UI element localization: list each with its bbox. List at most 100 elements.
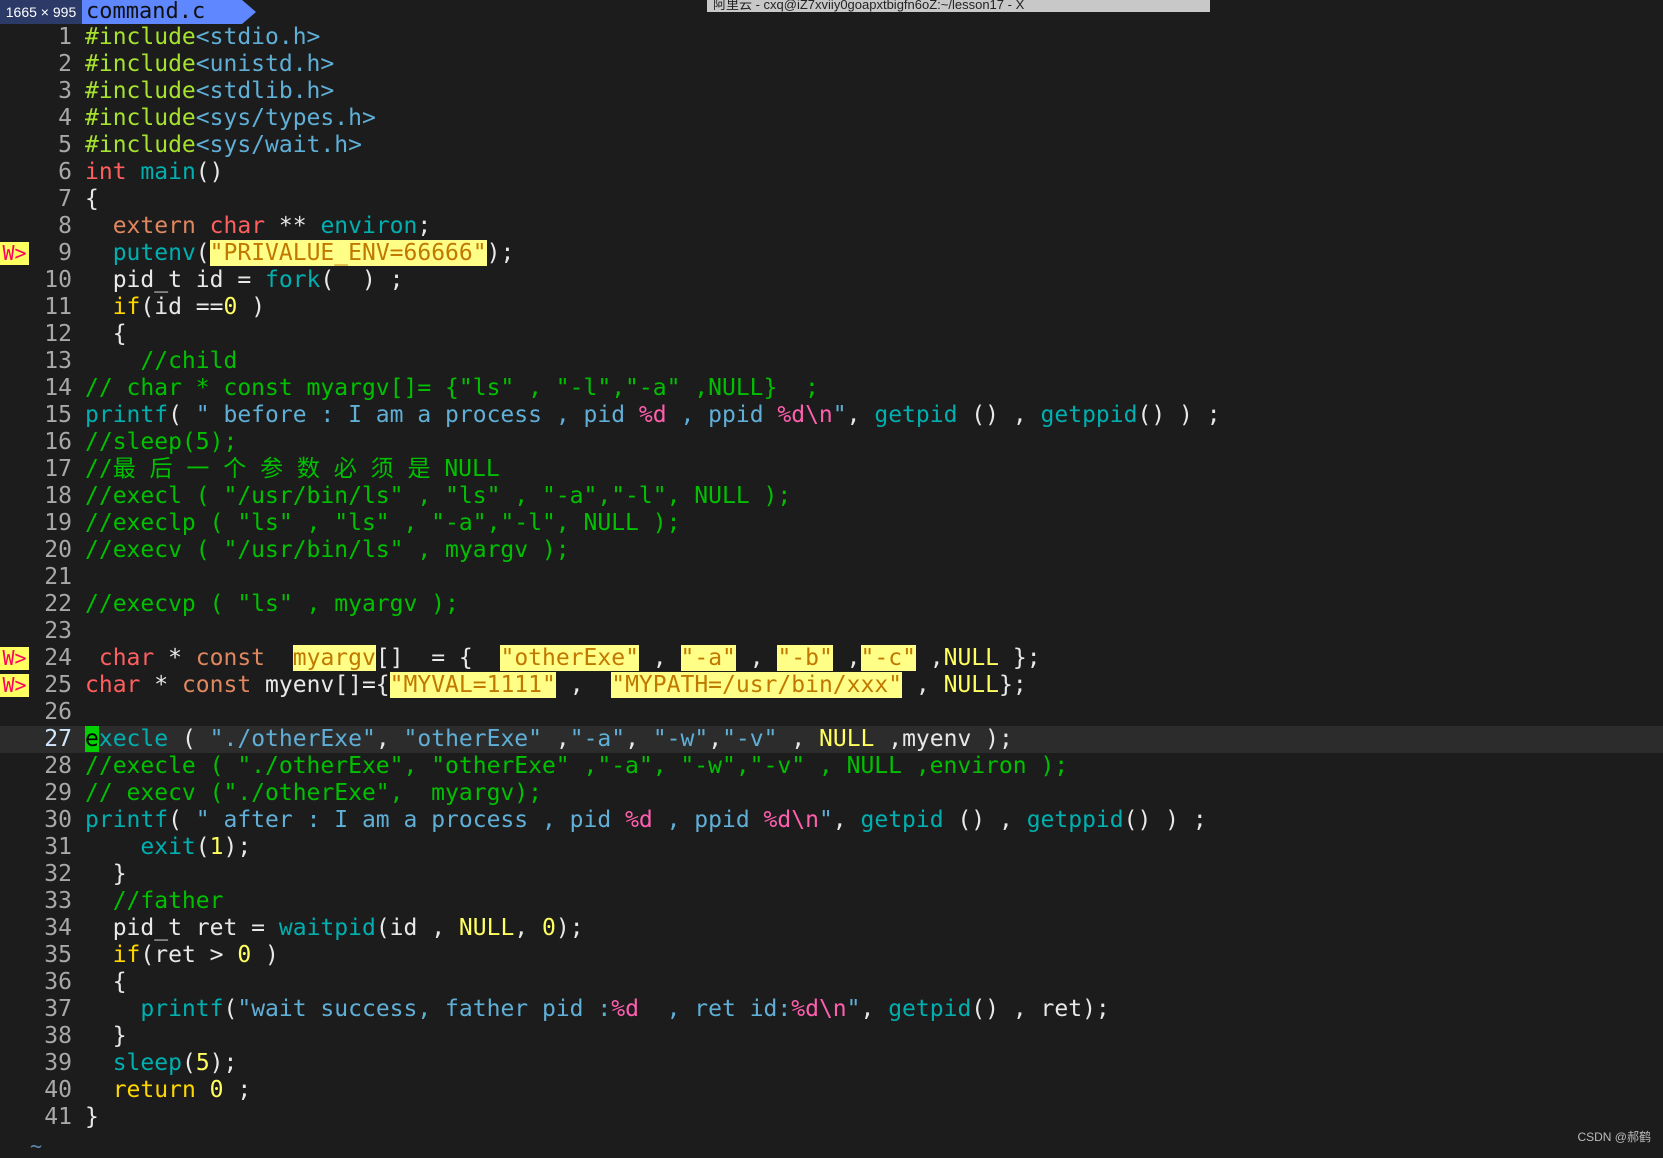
code-token: const bbox=[181, 672, 252, 698]
code-token: , bbox=[514, 915, 542, 941]
code-line[interactable]: 6 int main() bbox=[0, 159, 1663, 186]
code-line[interactable]: 1 #include<stdio.h> bbox=[0, 24, 1663, 51]
line-number: 34 bbox=[44, 915, 72, 941]
code-editor[interactable]: 1 #include<stdio.h> 2 #include<unistd.h> 3 #i… bbox=[0, 24, 1663, 1131]
code-line[interactable]: 32 } bbox=[0, 861, 1663, 888]
code-token: "-w" bbox=[652, 726, 709, 752]
code-token: //execlp ( "ls" , "ls" , "-a","-l", NULL… bbox=[85, 510, 681, 536]
code-token: waitpid bbox=[278, 915, 376, 941]
code-line[interactable]: 12 { bbox=[0, 321, 1663, 348]
warning-sign: W> bbox=[0, 647, 29, 670]
code-token: ) bbox=[251, 942, 279, 968]
code-line[interactable]: 4 #include<sys/types.h> bbox=[0, 105, 1663, 132]
code-token: "-c" bbox=[860, 645, 916, 671]
code-line[interactable]: 31 exit(1); bbox=[0, 834, 1663, 861]
code-line[interactable]: 18 //execl ( "/usr/bin/ls" , "ls" , "-a",… bbox=[0, 483, 1663, 510]
code-line[interactable]: 29 // execv ("./otherExe", myargv); bbox=[0, 780, 1663, 807]
code-token: 0 bbox=[237, 942, 252, 968]
line-number: 13 bbox=[44, 348, 72, 374]
line-number: 8 bbox=[58, 213, 72, 239]
line-number: 31 bbox=[44, 834, 72, 860]
code-line[interactable]: 38 } bbox=[0, 1023, 1663, 1050]
code-line[interactable]: 3 #include<stdlib.h> bbox=[0, 78, 1663, 105]
line-text: printf("wait success, father pid :%d , r… bbox=[85, 996, 1109, 1023]
code-token: //execle ( "./otherExe", "otherExe" ,"-a… bbox=[85, 753, 1069, 779]
window-title-bar[interactable]: 阿里云 - cxq@iZ7xviiy0goapxtbigfn6oZ:~/less… bbox=[707, 0, 1210, 12]
code-token: ( bbox=[168, 402, 196, 428]
code-token: " bbox=[846, 996, 861, 1022]
code-line[interactable]: 33 //father bbox=[0, 888, 1663, 915]
line-text: exit(1); bbox=[85, 834, 251, 861]
line-text: //sleep(5); bbox=[85, 429, 237, 456]
code-line[interactable]: 37 printf("wait success, father pid :%d … bbox=[0, 996, 1663, 1023]
code-line[interactable]: 40 return 0 ; bbox=[0, 1077, 1663, 1104]
code-line[interactable]: 39 sleep(5); bbox=[0, 1050, 1663, 1077]
code-line[interactable]: 14 // char * const myargv[]= {"ls" , "-l"… bbox=[0, 375, 1663, 402]
line-number: 35 bbox=[44, 942, 72, 968]
code-line[interactable]: 20 //execv ( "/usr/bin/ls" , myargv ); bbox=[0, 537, 1663, 564]
code-line[interactable]: 19 //execlp ( "ls" , "ls" , "-a","-l", NU… bbox=[0, 510, 1663, 537]
code-token: * bbox=[154, 645, 196, 671]
code-token: , bbox=[735, 645, 778, 671]
line-text: char * const myenv[]={"MYVAL=1111" , "MY… bbox=[85, 672, 1027, 699]
code-line[interactable]: 21 bbox=[0, 564, 1663, 591]
code-token: %d\n bbox=[791, 996, 847, 1022]
tab-command-c[interactable]: command.c bbox=[82, 0, 256, 24]
line-number: 23 bbox=[44, 618, 72, 644]
code-line[interactable]: 34 pid_t ret = waitpid(id , NULL, 0); bbox=[0, 915, 1663, 942]
code-token: , bbox=[902, 672, 944, 698]
code-line[interactable]: W> 9 putenv("PRIVALUE_ENV=66666"); bbox=[0, 240, 1663, 267]
code-token: ( bbox=[195, 240, 210, 266]
code-line[interactable]: 28 //execle ( "./otherExe", "otherExe" ,"… bbox=[0, 753, 1663, 780]
code-line[interactable]: 30 printf( " after : I am a process , pid… bbox=[0, 807, 1663, 834]
code-line[interactable]: 15 printf( " before : I am a process , pi… bbox=[0, 402, 1663, 429]
line-number: 40 bbox=[44, 1077, 72, 1103]
code-token: environ bbox=[320, 213, 418, 239]
code-token: , bbox=[860, 996, 889, 1022]
code-line[interactable]: 22 //execvp ( "ls" , myargv ); bbox=[0, 591, 1663, 618]
code-line[interactable]: 2 #include<unistd.h> bbox=[0, 51, 1663, 78]
code-token: 5 bbox=[195, 1050, 210, 1076]
code-line[interactable]: 27 execle ( "./otherExe", "otherExe" ,"-a… bbox=[0, 726, 1663, 753]
code-line[interactable]: 7{ bbox=[0, 186, 1663, 213]
line-text: // char * const myargv[]= {"ls" , "-l","… bbox=[85, 375, 819, 402]
code-line[interactable]: 16 //sleep(5); bbox=[0, 429, 1663, 456]
code-token: ( bbox=[181, 1050, 196, 1076]
code-line[interactable]: 10 pid_t id = fork( ) ; bbox=[0, 267, 1663, 294]
code-line[interactable]: 13 //child bbox=[0, 348, 1663, 375]
line-text: } bbox=[85, 1104, 99, 1131]
code-line[interactable]: 5 #include<sys/wait.h> bbox=[0, 132, 1663, 159]
code-line[interactable]: 23 bbox=[0, 618, 1663, 645]
line-number: 18 bbox=[44, 483, 72, 509]
code-line[interactable]: 35 if(ret > 0 ) bbox=[0, 942, 1663, 969]
line-number: 37 bbox=[44, 996, 72, 1022]
line-text: #include<stdio.h> bbox=[85, 24, 320, 51]
line-text: //child bbox=[85, 348, 237, 375]
code-token: "PRIVALUE_ENV=66666" bbox=[209, 240, 487, 266]
code-token: pid_t ret = bbox=[85, 915, 279, 941]
code-token: , bbox=[542, 726, 570, 752]
line-text: //最 后 一 个 参 数 必 须 是 NULL bbox=[85, 456, 500, 483]
code-line[interactable]: 41} bbox=[0, 1104, 1663, 1131]
line-number: 30 bbox=[44, 807, 72, 833]
code-token: 1 bbox=[209, 834, 224, 860]
line-number: 5 bbox=[58, 132, 72, 158]
code-line[interactable]: 11 if(id ==0 ) bbox=[0, 294, 1663, 321]
code-token: const bbox=[195, 645, 266, 671]
code-line[interactable]: W> 24 char * const myargv[] = { "otherExe… bbox=[0, 645, 1663, 672]
line-text: char * const myargv[] = { "otherExe" , "… bbox=[85, 645, 1041, 672]
line-number: 36 bbox=[44, 969, 72, 995]
code-line[interactable]: 8 extern char ** environ; bbox=[0, 213, 1663, 240]
code-line[interactable]: W> 25 char * const myenv[]={"MYVAL=1111" ,… bbox=[0, 672, 1663, 699]
line-text: { bbox=[85, 321, 127, 348]
code-token: %d bbox=[638, 402, 667, 428]
code-line[interactable]: 17 //最 后 一 个 参 数 必 须 是 NULL bbox=[0, 456, 1663, 483]
line-number: 4 bbox=[58, 105, 72, 131]
code-token: ,myenv ); bbox=[874, 726, 1013, 752]
code-line[interactable]: 36 { bbox=[0, 969, 1663, 996]
line-number: 32 bbox=[44, 861, 72, 887]
code-line[interactable]: 26 bbox=[0, 699, 1663, 726]
